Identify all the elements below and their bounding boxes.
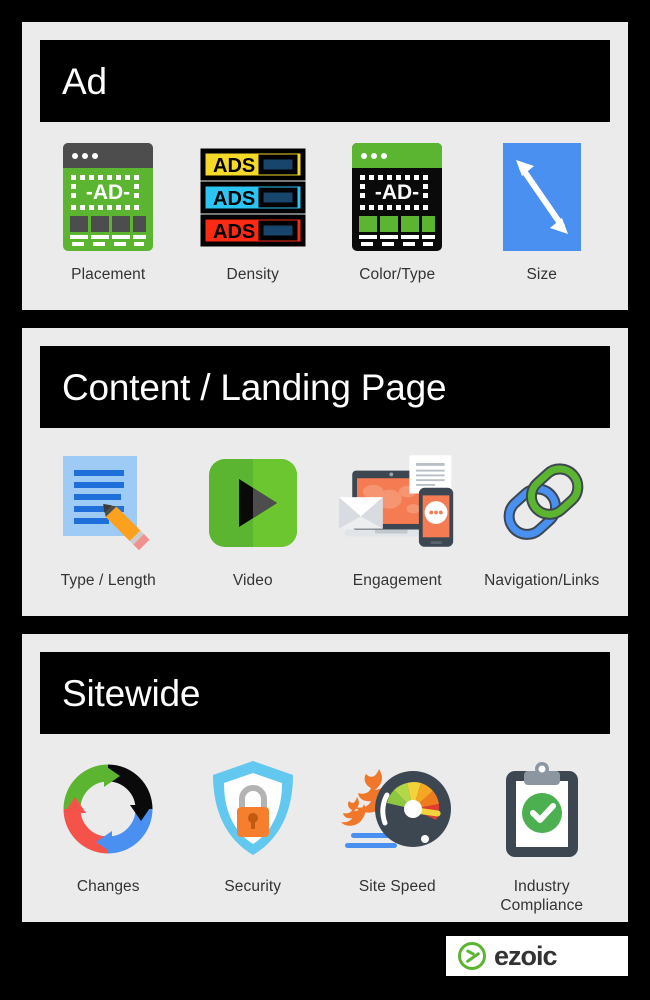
chain-links-icon — [482, 444, 602, 562]
browser-ad-color-type-icon: -AD- — [337, 138, 457, 256]
section-ad-items: -AD- Placement ADS ADS ADS Density -AD- … — [22, 122, 628, 310]
speedometer-flame-icon — [337, 750, 457, 868]
svg-text:ADS: ADS — [213, 188, 255, 210]
section-sitewide-header: Sitewide — [40, 652, 610, 734]
item-density[interactable]: ADS ADS ADS Density — [182, 138, 324, 285]
item-label-video: Video — [232, 572, 273, 589]
ad-text-placement: -AD- — [86, 181, 130, 204]
item-video[interactable]: Video — [182, 444, 324, 591]
devices-engagement-icon — [337, 444, 457, 562]
section-sitewide: Sitewide Changes Security Site Speed Ind… — [22, 634, 628, 922]
section-ad-header: Ad — [40, 40, 610, 122]
item-label-placement: Placement — [71, 266, 146, 283]
ezoic-logo[interactable]: ezoic — [446, 936, 628, 976]
item-label-type-length: Type / Length — [60, 572, 156, 589]
diagonal-resize-arrow-icon — [482, 138, 602, 256]
item-label-color-type: Color/Type — [359, 266, 436, 283]
item-industry-compliance[interactable]: Industry Compliance — [471, 750, 613, 915]
item-navigation-links[interactable]: Navigation/Links — [471, 444, 613, 591]
section-sitewide-items: Changes Security Site Speed Industry Com… — [22, 734, 628, 922]
section-sitewide-title: Sitewide — [62, 672, 201, 714]
item-label-security: Security — [224, 878, 282, 895]
infographic-root: Ad -AD- Placement ADS ADS ADS Density -A… — [0, 0, 650, 1000]
item-label-site-speed: Site Speed — [358, 878, 436, 895]
item-label-engagement: Engagement — [352, 572, 442, 589]
item-label-navigation-links: Navigation/Links — [484, 572, 600, 589]
clipboard-check-icon — [482, 750, 602, 868]
section-content: Content / Landing Page Type / Length Vid… — [22, 328, 628, 616]
item-size[interactable]: Size — [471, 138, 613, 285]
item-label-density: Density — [226, 266, 279, 283]
ezoic-circle-mark-icon — [458, 942, 486, 970]
svg-text:ADS: ADS — [213, 221, 255, 243]
item-security[interactable]: Security — [182, 750, 324, 897]
shield-lock-icon — [193, 750, 313, 868]
item-label-changes: Changes — [76, 878, 140, 895]
item-changes[interactable]: Changes — [37, 750, 179, 897]
item-type-length[interactable]: Type / Length — [37, 444, 179, 591]
ezoic-logo-text: ezoic — [494, 940, 558, 971]
item-label-industry-compliance: Industry Compliance — [500, 878, 584, 914]
ads-density-bars-icon: ADS ADS ADS — [193, 138, 313, 256]
item-site-speed[interactable]: Site Speed — [326, 750, 468, 897]
footer: ezoic — [22, 922, 628, 976]
section-ad-title: Ad — [62, 60, 107, 102]
document-pencil-icon — [48, 444, 168, 562]
play-button-icon — [193, 444, 313, 562]
ad-text-color-type: -AD- — [375, 181, 419, 204]
item-engagement[interactable]: Engagement — [326, 444, 468, 591]
section-content-header: Content / Landing Page — [40, 346, 610, 428]
circular-arrows-icon — [48, 750, 168, 868]
item-color-type[interactable]: -AD- Color/Type — [326, 138, 468, 285]
svg-text:ADS: ADS — [213, 155, 255, 177]
item-placement[interactable]: -AD- Placement — [37, 138, 179, 285]
section-content-items: Type / Length Video Engagement Navigatio… — [22, 428, 628, 616]
section-ad: Ad -AD- Placement ADS ADS ADS Density -A… — [22, 22, 628, 310]
section-content-title: Content / Landing Page — [62, 366, 447, 408]
item-label-size: Size — [526, 266, 558, 283]
browser-ad-placement-icon: -AD- — [48, 138, 168, 256]
